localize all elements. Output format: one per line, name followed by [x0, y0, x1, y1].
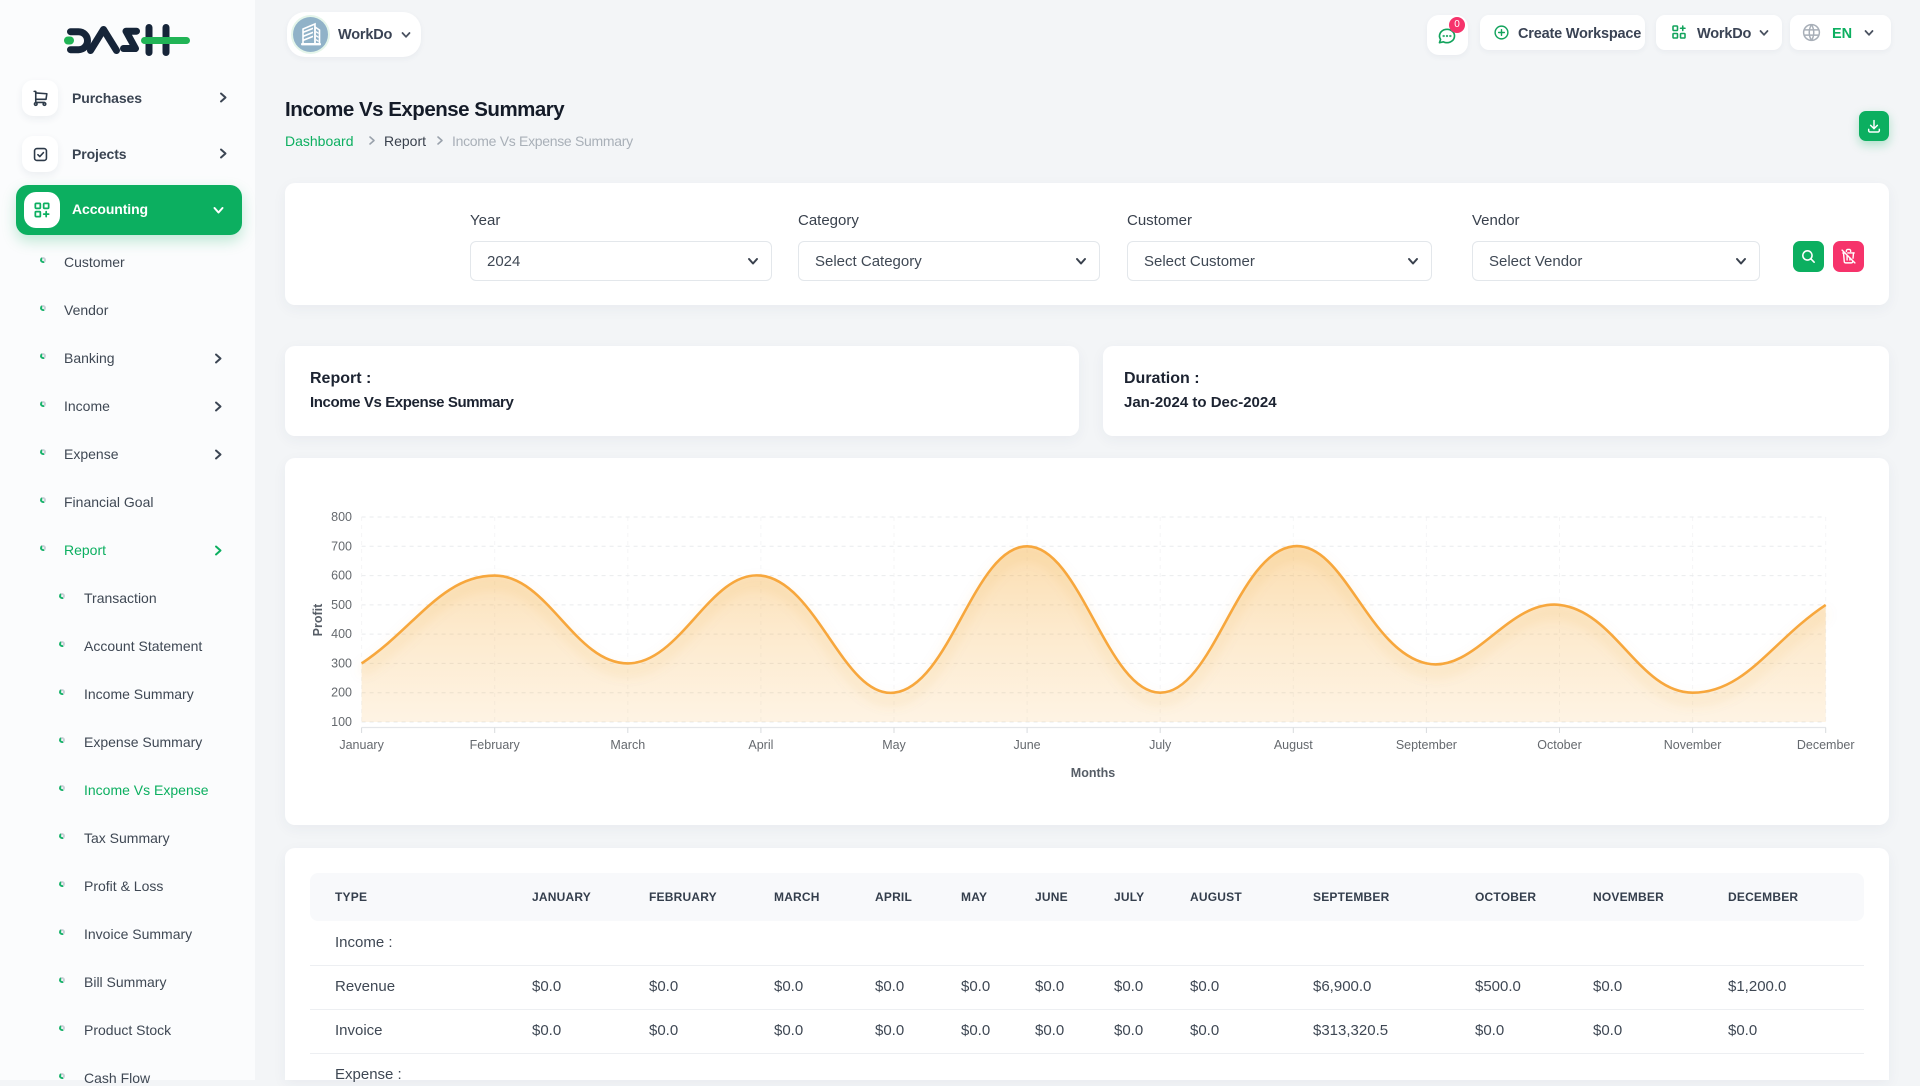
svg-text:200: 200 — [331, 686, 352, 700]
svg-text:700: 700 — [331, 539, 352, 553]
svg-text:December: December — [1797, 738, 1855, 752]
svg-text:100: 100 — [331, 715, 352, 729]
svg-text:June: June — [1014, 738, 1041, 752]
svg-text:September: September — [1396, 738, 1457, 752]
svg-text:October: October — [1537, 738, 1581, 752]
svg-text:800: 800 — [331, 510, 352, 524]
svg-text:300: 300 — [331, 656, 352, 670]
svg-text:600: 600 — [331, 569, 352, 583]
svg-text:Months: Months — [1071, 766, 1115, 780]
svg-text:April: April — [748, 738, 773, 752]
svg-text:January: January — [339, 738, 384, 752]
svg-text:May: May — [882, 738, 906, 752]
svg-text:Profit: Profit — [311, 603, 325, 636]
svg-text:February: February — [470, 738, 521, 752]
svg-text:500: 500 — [331, 598, 352, 612]
svg-text:August: August — [1274, 738, 1313, 752]
svg-text:400: 400 — [331, 627, 352, 641]
svg-text:November: November — [1664, 738, 1722, 752]
svg-text:July: July — [1149, 738, 1172, 752]
svg-text:March: March — [610, 738, 645, 752]
